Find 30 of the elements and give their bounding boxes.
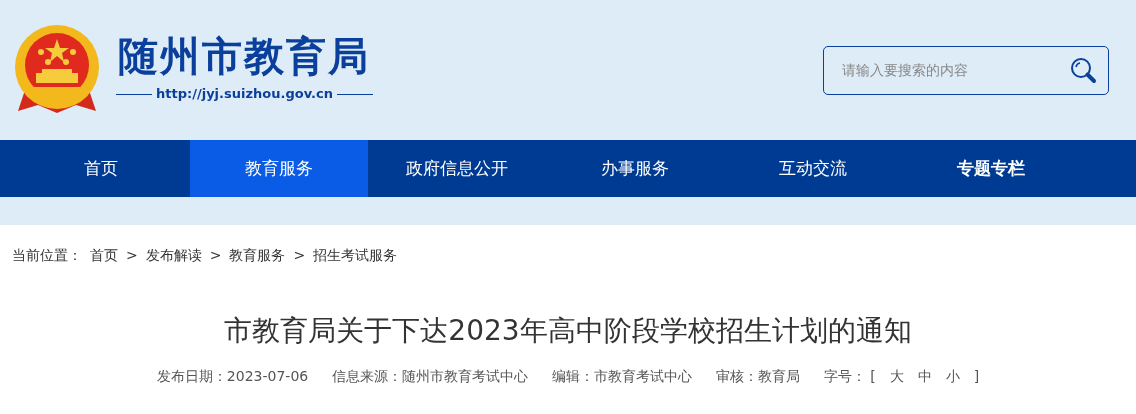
breadcrumb-separator: > — [209, 246, 222, 265]
meta-text: 编辑：市教育考试中心 — [552, 367, 693, 386]
site-url: http://jyj.suizhou.gov.cn — [156, 85, 333, 104]
font-size-label: 字号： — [824, 367, 867, 386]
nav-tab[interactable]: 互动交流 — [724, 140, 902, 197]
font-size-link[interactable]: 中 — [917, 366, 932, 387]
nav-tab[interactable]: 首页 — [12, 140, 190, 197]
meta-text: 信息来源：随州市教育考试中心 — [332, 367, 529, 386]
nav-tab[interactable]: 专题专栏 — [902, 140, 1080, 197]
article-title: 市教育局关于下达2023年高中阶段学校招生计划的通知 — [223, 313, 913, 349]
breadcrumb-link[interactable]: 招生考试服务 — [313, 245, 398, 266]
font-size-link[interactable]: 大 — [889, 366, 904, 387]
breadcrumb-link[interactable]: 发布解读 — [145, 245, 202, 266]
search-icon[interactable] — [1069, 55, 1097, 84]
nav-tab[interactable]: 教育服务 — [190, 140, 368, 197]
breadcrumb-separator: > — [293, 246, 306, 265]
breadcrumb-link[interactable]: 教育服务 — [229, 245, 286, 266]
site-title: 随州市教育局 — [118, 36, 371, 77]
bracket: [ — [870, 367, 876, 386]
bracket: ] — [973, 367, 980, 386]
breadcrumb-separator: > — [126, 246, 138, 265]
breadcrumb-link[interactable]: 首页 — [90, 245, 118, 266]
search-field[interactable]: 请输入要搜索的内容 — [823, 45, 1109, 95]
breadcrumb-label: 当前位置： — [12, 246, 82, 265]
meta-text: 审核：教育局 — [716, 367, 801, 386]
nav-tab[interactable]: 政府信息公开 — [368, 140, 546, 197]
font-size-link[interactable]: 小 — [945, 366, 960, 387]
emblem-icon — [14, 25, 100, 115]
nav-tab[interactable]: 办事服务 — [546, 140, 724, 197]
meta-text: 发布日期：2023-07-06 — [156, 367, 309, 386]
